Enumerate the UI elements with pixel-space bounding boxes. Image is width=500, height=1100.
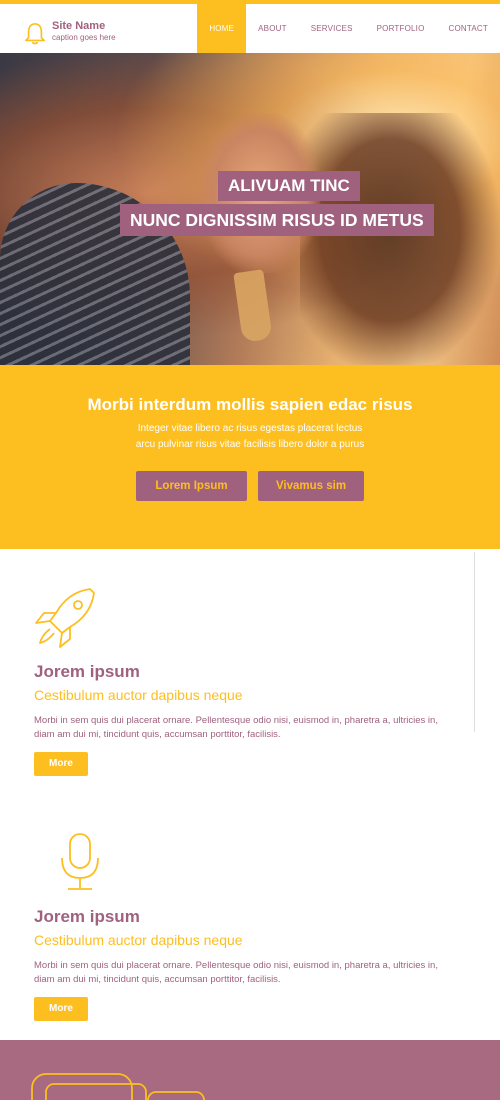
hero-photo-hair bbox=[300, 113, 500, 365]
site-header: Site Name caption goes here HOME ABOUT S… bbox=[0, 4, 500, 53]
site-name: Site Name bbox=[52, 20, 106, 32]
footer-section bbox=[0, 1040, 500, 1100]
feature-subtitle: Cestibulum auctor dapibus neque bbox=[34, 687, 243, 703]
hero-heading-line-2: NUNC DIGNISSIM RISUS ID METUS bbox=[120, 204, 434, 236]
feature-text: Morbi in sem quis dui placerat ornare. P… bbox=[34, 715, 438, 740]
feature-subtitle: Cestibulum auctor dapibus neque bbox=[34, 932, 243, 948]
feature-title: Jorem ipsum bbox=[34, 662, 140, 681]
nav-item-home[interactable]: HOME bbox=[197, 4, 247, 53]
hero-photo-ice-cream bbox=[233, 269, 273, 343]
cta-title: Morbi interdum mollis sapien edac risus bbox=[87, 395, 413, 414]
site-caption: caption goes here bbox=[52, 33, 116, 42]
microphone-icon bbox=[61, 833, 99, 890]
cta-text: Integer vitae libero ac risus egestas pl… bbox=[135, 423, 365, 450]
bell-icon bbox=[25, 23, 45, 45]
devices-icon bbox=[31, 1073, 205, 1100]
brand[interactable]: Site Name caption goes here bbox=[24, 20, 116, 46]
cta-section: Morbi interdum mollis sapien edac risus … bbox=[0, 365, 500, 549]
feature-text: Morbi in sem quis dui placerat ornare. P… bbox=[34, 960, 438, 985]
nav-item-about[interactable]: ABOUT bbox=[246, 4, 299, 53]
feature-card: Jorem ipsum Cestibulum auctor dapibus ne… bbox=[34, 830, 454, 1021]
vivamus-sim-button[interactable]: Vivamus sim bbox=[258, 471, 364, 501]
lorem-ipsum-button[interactable]: Lorem Ipsum bbox=[136, 471, 247, 501]
rocket-icon bbox=[35, 588, 95, 648]
hero-heading-line-1: ALIVUAM TINC bbox=[218, 171, 360, 201]
feature-title: Jorem ipsum bbox=[34, 907, 140, 926]
more-button[interactable]: More bbox=[34, 752, 88, 776]
main-nav: HOME ABOUT SERVICES PORTFOLIO CONTACT bbox=[197, 4, 500, 53]
more-button[interactable]: More bbox=[34, 997, 88, 1021]
section-divider bbox=[474, 552, 475, 732]
nav-item-contact[interactable]: CONTACT bbox=[437, 4, 500, 53]
feature-card: Jorem ipsum Cestibulum auctor dapibus ne… bbox=[34, 585, 454, 776]
nav-item-services[interactable]: SERVICES bbox=[299, 4, 365, 53]
nav-item-portfolio[interactable]: PORTFOLIO bbox=[365, 4, 437, 53]
hero-banner: ALIVUAM TINC NUNC DIGNISSIM RISUS ID MET… bbox=[0, 53, 500, 365]
